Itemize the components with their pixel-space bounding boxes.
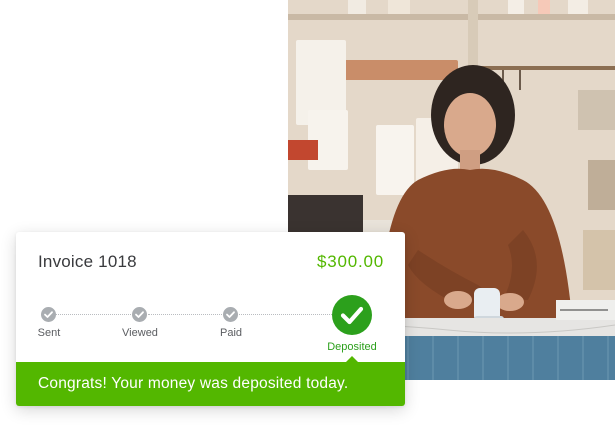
page: Invoice 1018 $300.00 Sent Viewed Paid De…: [0, 0, 615, 430]
status-step-label: Deposited: [327, 341, 377, 353]
invoice-title: Invoice 1018: [38, 252, 137, 271]
status-step-label: Sent: [37, 327, 61, 339]
track-connector: [49, 314, 131, 315]
track-connector: [148, 314, 222, 315]
invoice-header: Invoice 1018 $300.00: [38, 252, 384, 276]
invoice-amount: $300.00: [316, 252, 384, 271]
status-step-label: Paid: [219, 327, 243, 339]
check-icon: [132, 307, 147, 322]
check-icon: [223, 307, 238, 322]
deposit-confirmation-banner: Congrats! Your money was deposited today…: [16, 356, 405, 406]
check-icon: [41, 307, 56, 322]
banner-message: Congrats! Your money was deposited today…: [38, 375, 349, 392]
track-connector: [239, 314, 332, 315]
status-step-label: Viewed: [122, 327, 158, 339]
check-circle-icon: [332, 295, 372, 335]
invoice-card: Invoice 1018 $300.00 Sent Viewed Paid De…: [16, 232, 405, 406]
invoice-status-tracker: Sent Viewed Paid Deposited: [16, 288, 405, 358]
banner-pointer: [346, 356, 358, 362]
